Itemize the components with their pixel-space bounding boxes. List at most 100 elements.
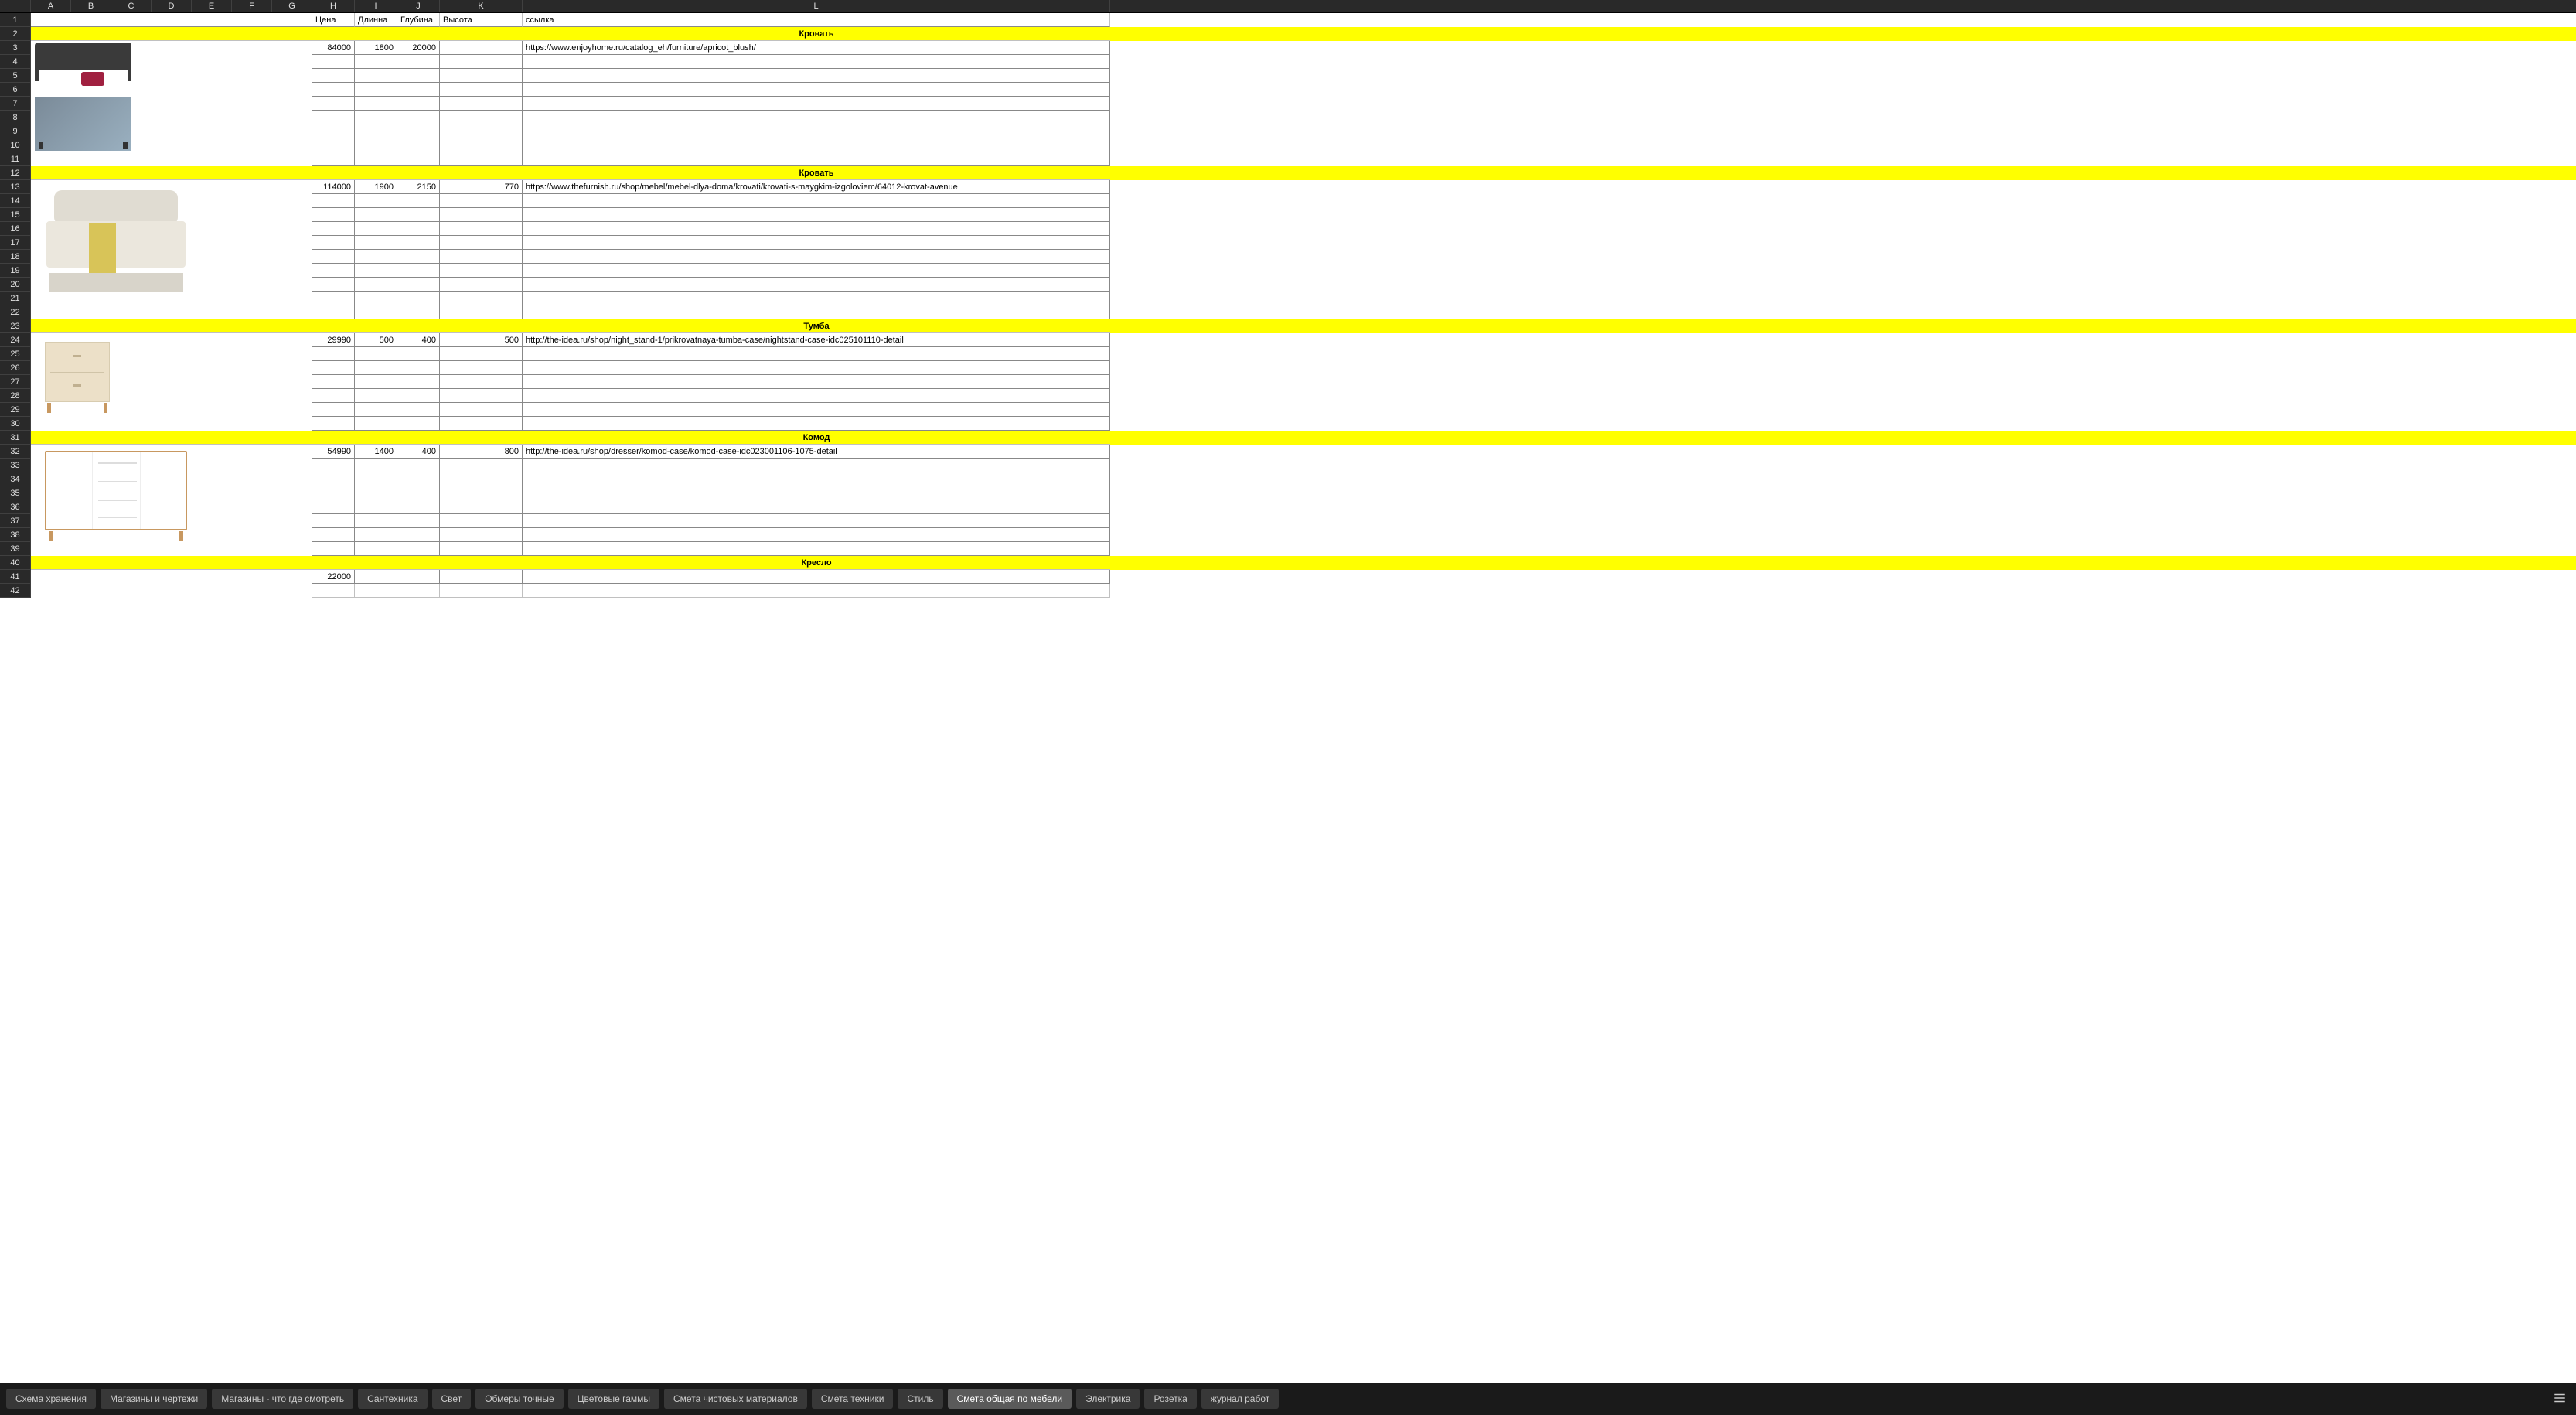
cell-D10[interactable] — [152, 138, 192, 152]
cell-B39[interactable] — [71, 542, 111, 556]
row-header-37[interactable]: 37 — [0, 514, 31, 528]
cell-B37[interactable] — [71, 514, 111, 528]
cell-I9[interactable] — [355, 124, 397, 138]
cell-L31[interactable]: Комод — [523, 431, 1110, 445]
cell-H6[interactable] — [312, 83, 355, 97]
cell-H29[interactable] — [312, 403, 355, 417]
cell-L28[interactable] — [523, 389, 1110, 403]
column-header-J[interactable]: J — [397, 0, 440, 12]
cell-A2[interactable] — [31, 27, 71, 41]
cell-C39[interactable] — [111, 542, 152, 556]
cell-J23[interactable] — [397, 319, 440, 333]
cell-F38[interactable] — [232, 528, 272, 542]
cell-F27[interactable] — [232, 375, 272, 389]
cell-L18[interactable] — [523, 250, 1110, 264]
cell-L19[interactable] — [523, 264, 1110, 278]
row-header-18[interactable]: 18 — [0, 250, 31, 264]
cell-L24[interactable]: http://the-idea.ru/shop/night_stand-1/pr… — [523, 333, 1110, 347]
cell-L2[interactable]: Кровать — [523, 27, 1110, 41]
cell-H19[interactable] — [312, 264, 355, 278]
cell-B9[interactable] — [71, 124, 111, 138]
cell-K29[interactable] — [440, 403, 523, 417]
cell-H5[interactable] — [312, 69, 355, 83]
cell-G10[interactable] — [272, 138, 312, 152]
cell-A28[interactable] — [31, 389, 71, 403]
cell-C5[interactable] — [111, 69, 152, 83]
cell-L7[interactable] — [523, 97, 1110, 111]
cell-F24[interactable] — [232, 333, 272, 347]
cell-D38[interactable] — [152, 528, 192, 542]
cell-A32[interactable] — [31, 445, 71, 459]
cell-A37[interactable] — [31, 514, 71, 528]
cell-F16[interactable] — [232, 222, 272, 236]
cell-G22[interactable] — [272, 305, 312, 319]
cell-H41[interactable]: 22000 — [312, 570, 355, 584]
cell-B34[interactable] — [71, 472, 111, 486]
cell-K33[interactable] — [440, 459, 523, 472]
cell-I5[interactable] — [355, 69, 397, 83]
cell-G42[interactable] — [272, 584, 312, 598]
cell-J29[interactable] — [397, 403, 440, 417]
row-header-41[interactable]: 41 — [0, 570, 31, 584]
cell-F36[interactable] — [232, 500, 272, 514]
cell-E3[interactable] — [192, 41, 232, 55]
cell-G19[interactable] — [272, 264, 312, 278]
cell-F8[interactable] — [232, 111, 272, 124]
cell-C34[interactable] — [111, 472, 152, 486]
cell-A7[interactable] — [31, 97, 71, 111]
cell-A1[interactable] — [31, 13, 71, 27]
column-header-B[interactable]: B — [71, 0, 111, 12]
row-header-28[interactable]: 28 — [0, 389, 31, 403]
cell-A3[interactable] — [31, 41, 71, 55]
cell-G9[interactable] — [272, 124, 312, 138]
cell-G31[interactable] — [272, 431, 312, 445]
sheet-tab[interactable]: Стиль — [898, 1389, 942, 1409]
cell-A22[interactable] — [31, 305, 71, 319]
cell-H10[interactable] — [312, 138, 355, 152]
cell-J1[interactable]: Глубина — [397, 13, 440, 27]
cell-K25[interactable] — [440, 347, 523, 361]
sheet-tab[interactable]: Обмеры точные — [475, 1389, 563, 1409]
sheet-tab[interactable]: Смета чистовых материалов — [664, 1389, 807, 1409]
cell-F14[interactable] — [232, 194, 272, 208]
cell-K32[interactable]: 800 — [440, 445, 523, 459]
cell-G13[interactable] — [272, 180, 312, 194]
row-header-17[interactable]: 17 — [0, 236, 31, 250]
cell-K17[interactable] — [440, 236, 523, 250]
cell-C35[interactable] — [111, 486, 152, 500]
cell-B14[interactable] — [71, 194, 111, 208]
row-header-13[interactable]: 13 — [0, 180, 31, 194]
row-header-9[interactable]: 9 — [0, 124, 31, 138]
cell-J41[interactable] — [397, 570, 440, 584]
cell-E5[interactable] — [192, 69, 232, 83]
cell-L5[interactable] — [523, 69, 1110, 83]
cell-J14[interactable] — [397, 194, 440, 208]
cell-B15[interactable] — [71, 208, 111, 222]
cell-A30[interactable] — [31, 417, 71, 431]
column-header-K[interactable]: K — [440, 0, 523, 12]
cell-E38[interactable] — [192, 528, 232, 542]
cell-J3[interactable]: 20000 — [397, 41, 440, 55]
cell-H16[interactable] — [312, 222, 355, 236]
cell-D18[interactable] — [152, 250, 192, 264]
cell-H23[interactable] — [312, 319, 355, 333]
cell-J18[interactable] — [397, 250, 440, 264]
cell-J37[interactable] — [397, 514, 440, 528]
cell-E1[interactable] — [192, 13, 232, 27]
cell-J2[interactable] — [397, 27, 440, 41]
row-header-16[interactable]: 16 — [0, 222, 31, 236]
cell-F5[interactable] — [232, 69, 272, 83]
cell-F37[interactable] — [232, 514, 272, 528]
cell-E19[interactable] — [192, 264, 232, 278]
menu-icon[interactable] — [2550, 1388, 2570, 1410]
cell-L33[interactable] — [523, 459, 1110, 472]
cell-G24[interactable] — [272, 333, 312, 347]
cell-D22[interactable] — [152, 305, 192, 319]
cell-L34[interactable] — [523, 472, 1110, 486]
cell-A12[interactable] — [31, 166, 71, 180]
cell-J11[interactable] — [397, 152, 440, 166]
cell-A34[interactable] — [31, 472, 71, 486]
row-header-32[interactable]: 32 — [0, 445, 31, 459]
row-header-31[interactable]: 31 — [0, 431, 31, 445]
cell-I15[interactable] — [355, 208, 397, 222]
